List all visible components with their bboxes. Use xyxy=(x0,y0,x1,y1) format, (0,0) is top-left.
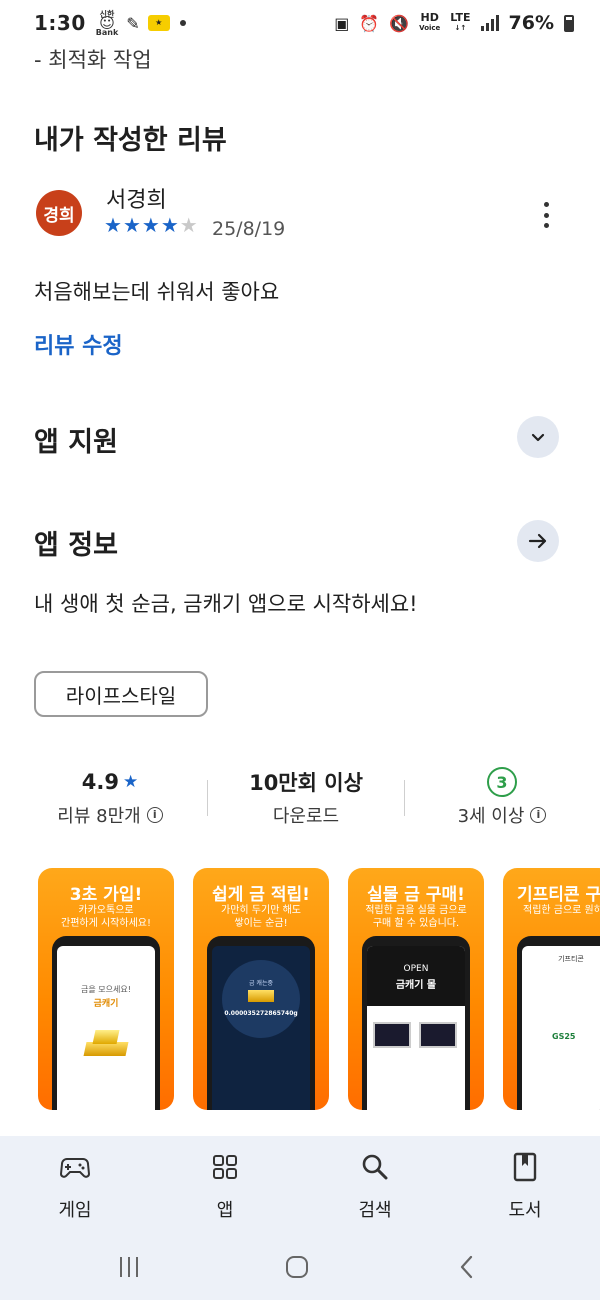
star-icon: ★ xyxy=(122,213,141,237)
star-icon: ★ xyxy=(141,213,160,237)
status-bar: 1:30 신한 ☺ Bank ✎ ★ ▣ ⏰ 🔇 HD Voice LTE ↓↑ 76% xyxy=(0,0,600,46)
phone-mockup: 금 캐는중 0.000035272865740g xyxy=(207,936,315,1110)
mute-icon: 🔇 xyxy=(389,13,410,33)
tab-search[interactable]: 검색 xyxy=(300,1136,450,1236)
chevron-down-icon xyxy=(531,433,545,442)
bottom-navigation: 게임 앱 검색 도서 xyxy=(0,1136,600,1236)
arrow-right-icon xyxy=(528,533,547,549)
voice-text: Voice xyxy=(419,24,441,32)
recent-apps-icon[interactable] xyxy=(116,1254,142,1284)
screenshot-3[interactable]: 실물 금 구매! 적립한 금을 실물 금으로 구매 할 수 있습니다. OPEN… xyxy=(348,868,484,1110)
tab-label: 도서 xyxy=(508,1200,542,1221)
lte-icon: LTE ↓↑ xyxy=(450,11,471,32)
edit-review-link[interactable]: 리뷰 수정 xyxy=(34,328,123,360)
app-info-title[interactable]: 앱 정보 xyxy=(34,523,118,562)
age-label: 3세 이상 xyxy=(457,806,525,827)
battery-saver-icon: ▣ xyxy=(334,13,350,33)
screen-text: 금캐기 몰 xyxy=(395,980,437,991)
avatar: 경희 xyxy=(36,190,82,236)
signal-icon xyxy=(480,15,499,31)
screenshot-title: 쉽게 금 적립! xyxy=(212,885,310,905)
star-empty-icon: ★ xyxy=(179,213,198,237)
screen-text: OPEN xyxy=(403,964,429,974)
star-icon: ★ xyxy=(160,213,179,237)
screenshot-subtitle: 적립한 금으로 원하 기프티콘을 구매하 xyxy=(523,905,600,916)
category-chip[interactable]: 라이프스타일 xyxy=(34,671,208,717)
age-rating-badge: 3 xyxy=(487,767,517,797)
review-text: 처음해보는데 쉬워서 좋아요 xyxy=(34,280,280,304)
battery-percent: 76% xyxy=(508,12,554,34)
product-image xyxy=(373,1022,411,1048)
product-image xyxy=(419,1022,457,1048)
stat-divider xyxy=(207,780,208,816)
review-date: 25/8/19 xyxy=(212,218,286,240)
screenshot-title: 3초 가입! xyxy=(69,885,143,905)
stat-divider xyxy=(404,780,405,816)
screen-text: 금캐기 xyxy=(93,999,119,1009)
tab-label: 앱 xyxy=(216,1200,234,1221)
kb-app-icon: ★ xyxy=(147,15,170,31)
tab-apps[interactable]: 앱 xyxy=(150,1136,300,1236)
screenshot-2[interactable]: 쉽게 금 적립! 가만히 두기만 해도 쌓이는 순금! 금 캐는중 0.0000… xyxy=(193,868,329,1110)
tab-games[interactable]: 게임 xyxy=(0,1136,150,1236)
app-description: 내 생애 첫 순금, 금캐기 앱으로 시작하세요! xyxy=(34,592,418,616)
phone-mockup: 금을 모으세요! 금캐기 xyxy=(52,936,160,1110)
info-icon[interactable]: i xyxy=(146,807,163,823)
screenshot-subtitle: 카카오톡으로 간편하게 시작하세요! xyxy=(61,905,151,929)
pencil-notification-icon: ✎ xyxy=(126,13,140,33)
downloads-stat: 10만회 이상 다운로드 xyxy=(226,766,386,828)
tab-label: 검색 xyxy=(358,1200,392,1221)
screenshot-title: 실물 금 구매! xyxy=(367,885,465,905)
star-icon: ★ xyxy=(122,772,139,792)
notification-dot-icon xyxy=(179,20,186,26)
screen-text: 기프티콘 xyxy=(558,955,584,963)
rating-stat: 4.9 ★ 리뷰 8만개 i xyxy=(40,766,180,828)
age-stat: 3 3세 이상 i xyxy=(432,766,572,828)
battery-icon xyxy=(564,14,574,32)
phone-mockup: 기프티콘 GS25 xyxy=(517,936,600,1110)
whats-new-note: - 최적화 작업 xyxy=(34,48,152,72)
my-review-title: 내가 작성한 리뷰 xyxy=(34,125,227,156)
hd-voice-icon: HD Voice xyxy=(419,12,441,33)
screenshot-title: 기프티콘 구 xyxy=(517,885,600,905)
search-icon xyxy=(360,1152,390,1182)
screen-text: 금을 모으세요! xyxy=(81,985,131,994)
app-support-title[interactable]: 앱 지원 xyxy=(34,420,118,459)
review-rating: ★ ★ ★ ★ ★ xyxy=(104,214,198,236)
book-icon xyxy=(510,1152,540,1182)
sol-bank-bottom: Bank xyxy=(95,27,119,37)
screenshot-4[interactable]: 기프티콘 구 적립한 금으로 원하 기프티콘을 구매하 기프티콘 GS25 xyxy=(503,868,600,1110)
info-icon[interactable]: i xyxy=(530,807,547,823)
home-icon[interactable] xyxy=(284,1254,310,1284)
tab-books[interactable]: 도서 xyxy=(450,1136,600,1236)
apps-grid-icon xyxy=(210,1152,240,1182)
alarm-icon: ⏰ xyxy=(359,13,380,33)
rating-count-label: 리뷰 8만개 xyxy=(57,806,141,827)
expand-support-button[interactable] xyxy=(517,416,559,458)
downloads-label: 다운로드 xyxy=(272,806,340,827)
sol-bank-icon: 신한 ☺ Bank xyxy=(95,9,119,37)
screenshot-subtitle: 적립한 금을 실물 금으로 구매 할 수 있습니다. xyxy=(365,905,467,929)
more-options-icon[interactable] xyxy=(538,200,554,230)
gamepad-icon xyxy=(60,1152,90,1182)
gold-bars-icon xyxy=(83,1022,129,1056)
screen-text: GS25 xyxy=(552,1032,576,1041)
star-icon: ★ xyxy=(104,213,122,237)
reviewer-name: 서경희 xyxy=(106,188,167,213)
downloads-value: 10만회 이상 xyxy=(249,771,363,795)
screenshot-1[interactable]: 3초 가입! 카카오톡으로 간편하게 시작하세요! 금을 모으세요! 금캐기 xyxy=(38,868,174,1110)
system-navigation-bar xyxy=(0,1236,600,1300)
status-time: 1:30 xyxy=(34,11,86,35)
app-info-button[interactable] xyxy=(517,520,559,562)
screen-text: 금 캐는중 xyxy=(249,980,273,987)
phone-mockup: OPEN 금캐기 몰 xyxy=(362,936,470,1110)
rating-value: 4.9 xyxy=(81,770,119,794)
tab-label: 게임 xyxy=(58,1200,92,1221)
back-icon[interactable] xyxy=(454,1254,480,1284)
screenshot-subtitle: 가만히 두기만 해도 쌓이는 순금! xyxy=(221,905,301,929)
gold-bar-icon xyxy=(248,990,274,1002)
screen-text: 0.000035272865740g xyxy=(224,1010,298,1017)
